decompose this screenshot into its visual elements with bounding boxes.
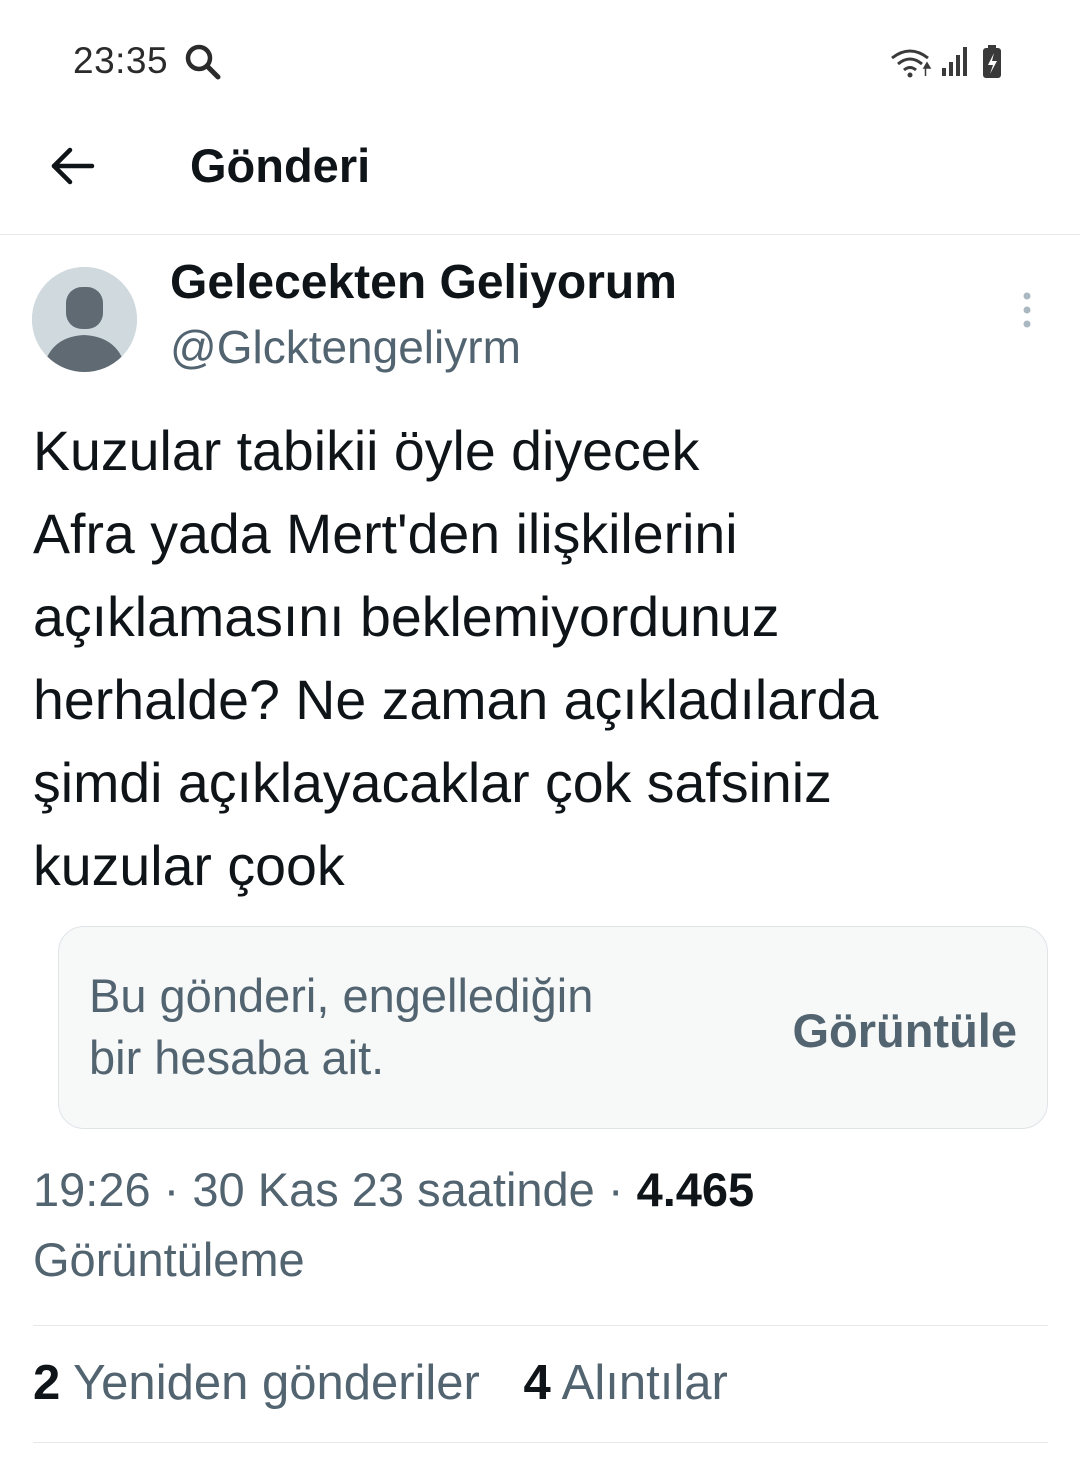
quotes-stat[interactable]: 4 Alıntılar	[523, 1355, 727, 1411]
status-bar: 23:35	[0, 0, 1080, 120]
blocked-message-line: bir hesaba ait.	[89, 1031, 385, 1084]
tweet-text-line: kuzular çook	[33, 835, 345, 897]
author-name[interactable]: Gelecekten Geliyorum	[170, 255, 677, 310]
tweet-text-line: açıklamasını beklemiyordunuz	[33, 586, 780, 648]
view-button[interactable]: Görüntüle	[792, 1003, 1017, 1058]
tweet-text-line: şimdi açıklayacaklar çok safsiniz	[33, 752, 832, 814]
signal-icon	[942, 47, 967, 76]
app-header: Gönderi	[0, 120, 1080, 235]
tweet-meta: 19:26 · 30 Kas 23 saatinde · 4.465 Görün…	[33, 1155, 1053, 1295]
page-title: Gönderi	[190, 139, 371, 192]
quotes-label: Alıntılar	[561, 1356, 728, 1410]
tweet-text-line: herhalde? Ne zaman açıkladılarda	[33, 669, 879, 731]
tweet-text-line: Afra yada Mert'den ilişkilerini	[33, 503, 738, 565]
battery-charging-icon	[983, 45, 1001, 78]
blocked-quote-card: Bu gönderi, engellediğin bir hesaba ait.…	[58, 926, 1048, 1129]
default-avatar-icon	[32, 267, 137, 372]
more-vertical-icon[interactable]	[1010, 290, 1044, 330]
back-arrow-icon[interactable]	[48, 142, 104, 190]
system-status-icons	[890, 42, 1010, 82]
status-time: 23:35	[73, 40, 169, 81]
wifi-icon	[891, 49, 932, 78]
tweet-text-line: Kuzular tabikii öyle diyecek	[33, 420, 700, 482]
engagement-stats: 2 Yeniden gönderiler 4 Alıntılar	[33, 1355, 758, 1411]
tweet-text: Kuzular tabikii öyle diyecek Afra yada M…	[33, 410, 1053, 908]
search-icon	[183, 42, 223, 82]
reposts-label: Yeniden gönderiler	[73, 1356, 480, 1410]
timestamp[interactable]: 19:26 · 30 Kas 23 saatinde ·	[33, 1163, 637, 1216]
reposts-count: 2	[33, 1356, 61, 1410]
blocked-message: Bu gönderi, engellediğin bir hesaba ait.	[89, 965, 729, 1089]
divider	[33, 1325, 1048, 1326]
avatar[interactable]	[32, 267, 137, 372]
views-count: 4.465	[636, 1163, 755, 1216]
views-label: Görüntüleme	[33, 1233, 305, 1286]
author-handle[interactable]: @Glcktengeliyrm	[170, 320, 521, 374]
reposts-stat[interactable]: 2 Yeniden gönderiler	[33, 1355, 480, 1411]
divider	[33, 1442, 1048, 1443]
quotes-count: 4	[523, 1356, 551, 1410]
blocked-message-line: Bu gönderi, engellediğin	[89, 969, 594, 1022]
